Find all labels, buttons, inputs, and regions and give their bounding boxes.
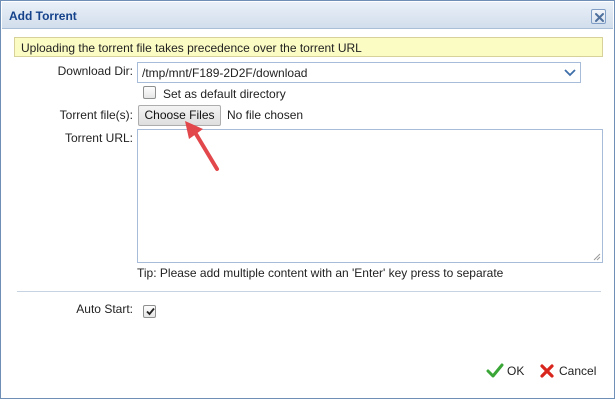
resize-grip-icon[interactable] [593,253,601,261]
chevron-down-icon[interactable] [563,66,577,79]
cancel-x-icon [540,364,554,378]
choose-files-button[interactable]: Choose Files [138,105,221,126]
precedence-notice: Uploading the torrent file takes precede… [14,37,603,57]
cancel-button[interactable]: Cancel [539,363,599,379]
download-dir-value: /tmp/mnt/F189-2D2F/download [142,66,308,80]
ok-button[interactable]: OK [486,363,528,379]
form-divider [17,291,601,292]
torrent-url-label: Torrent URL: [64,131,133,145]
close-button[interactable] [591,9,606,24]
dialog-titlebar[interactable]: Add Torrent [2,2,613,29]
auto-start-label: Auto Start: [76,302,133,316]
default-dir-label: Set as default directory [163,87,286,101]
download-dir-label: Download Dir: [57,64,133,78]
checkmark-icon [146,307,155,316]
auto-start-checkbox[interactable] [143,305,156,318]
close-icon [595,13,604,22]
add-torrent-dialog: Add Torrent Uploading the torrent file t… [0,0,615,399]
torrent-url-textarea[interactable] [137,129,603,263]
default-dir-checkbox[interactable] [143,86,156,99]
dialog-title: Add Torrent [9,9,77,23]
check-icon [486,363,504,378]
ok-label: OK [507,364,525,378]
url-tip: Tip: Please add multiple content with an… [137,266,504,280]
no-file-chosen-text: No file chosen [227,108,304,122]
cancel-label: Cancel [559,364,597,378]
torrent-file-label: Torrent file(s): [59,108,133,122]
download-dir-select[interactable]: /tmp/mnt/F189-2D2F/download [137,62,581,83]
